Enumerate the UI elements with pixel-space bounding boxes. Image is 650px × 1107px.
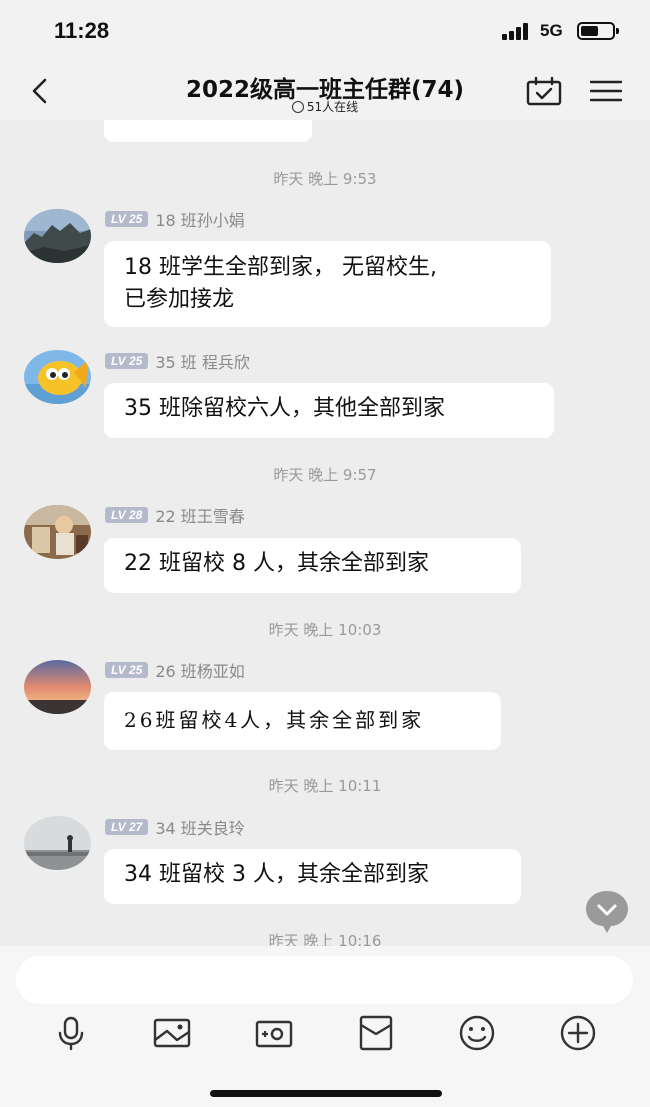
- home-indicator[interactable]: [210, 1090, 442, 1097]
- status-bar: 11:28 5G: [0, 0, 650, 62]
- message-bubble[interactable]: 35 班除留校六人，其他全部到家: [104, 383, 554, 438]
- menu-icon[interactable]: [590, 79, 622, 103]
- message-list[interactable]: 昨天 晚上 9:53 LV 25 18 班孙小娟 18 班学生全部到家， 无留校…: [0, 120, 650, 946]
- message-text: 35 班除留校六人，其他全部到家: [124, 396, 445, 421]
- avatar[interactable]: [24, 816, 91, 870]
- sender-meta: LV 28 22 班王雪春: [105, 503, 245, 527]
- online-icon: [291, 101, 304, 113]
- sender-meta: LV 25 18 班孙小娟: [105, 207, 245, 231]
- timestamp: 昨天 晚上 9:57: [273, 466, 377, 484]
- message-text-line: 已参加接龙: [124, 287, 235, 312]
- level-badge: LV 27: [105, 819, 149, 835]
- message-text: 22 班留校 8 人，其余全部到家: [124, 551, 429, 576]
- battery-icon: [577, 22, 619, 40]
- sender-meta: LV 25 26 班杨亚如: [105, 658, 245, 682]
- sender-meta: LV 27 34 班关良玲: [105, 815, 245, 839]
- message-input[interactable]: [16, 956, 633, 1004]
- message-text: 26班留校4人，其余全部到家: [124, 708, 425, 732]
- avatar[interactable]: [24, 660, 91, 714]
- message-bubble[interactable]: 22 班留校 8 人，其余全部到家: [104, 538, 521, 593]
- input-panel: [0, 946, 650, 1107]
- emoji-icon[interactable]: [458, 1014, 496, 1052]
- status-time: 11:28: [54, 18, 110, 43]
- avatar[interactable]: [24, 209, 91, 263]
- calendar-check-icon[interactable]: [526, 76, 562, 106]
- plus-icon[interactable]: [559, 1014, 597, 1052]
- online-count-label: 51人在线: [306, 100, 359, 114]
- sender-meta: LV 25 35 班 程兵欣: [105, 349, 250, 373]
- sender-name[interactable]: 35 班 程兵欣: [155, 349, 250, 373]
- level-badge: LV 25: [105, 662, 149, 678]
- nav-bar: 2022级高一班主任群(74) 51人在线: [0, 62, 650, 120]
- red-packet-icon[interactable]: [357, 1014, 395, 1052]
- message-bubble[interactable]: 34 班留校 3 人，其余全部到家: [104, 849, 521, 904]
- sender-name[interactable]: 22 班王雪春: [155, 503, 244, 527]
- level-badge: LV 25: [105, 353, 149, 369]
- message-bubble[interactable]: [104, 120, 312, 142]
- avatar[interactable]: [24, 505, 91, 559]
- network-label: 5G: [540, 21, 563, 40]
- sender-name[interactable]: 34 班关良玲: [155, 815, 244, 839]
- scroll-to-bottom-button[interactable]: [584, 889, 630, 935]
- message-text: 34 班留校 3 人，其余全部到家: [124, 862, 429, 887]
- message-bubble[interactable]: 18 班学生全部到家， 无留校生, 已参加接龙: [104, 241, 551, 327]
- timestamp: 昨天 晚上 10:16: [268, 932, 382, 946]
- signal-icon: [502, 22, 530, 40]
- image-icon[interactable]: [153, 1014, 191, 1052]
- level-badge: LV 28: [105, 507, 149, 523]
- avatar[interactable]: [24, 350, 91, 404]
- message-bubble[interactable]: 26班留校4人，其余全部到家: [104, 692, 501, 750]
- microphone-icon[interactable]: [52, 1014, 90, 1052]
- timestamp: 昨天 晚上 9:53: [273, 170, 377, 188]
- level-badge: LV 25: [105, 211, 149, 227]
- message-text-line: 18 班学生全部到家， 无留校生,: [124, 255, 437, 280]
- camera-icon[interactable]: [255, 1014, 293, 1052]
- sender-name[interactable]: 26 班杨亚如: [155, 658, 244, 682]
- timestamp: 昨天 晚上 10:11: [268, 777, 382, 795]
- timestamp: 昨天 晚上 10:03: [268, 621, 382, 639]
- sender-name[interactable]: 18 班孙小娟: [155, 207, 244, 231]
